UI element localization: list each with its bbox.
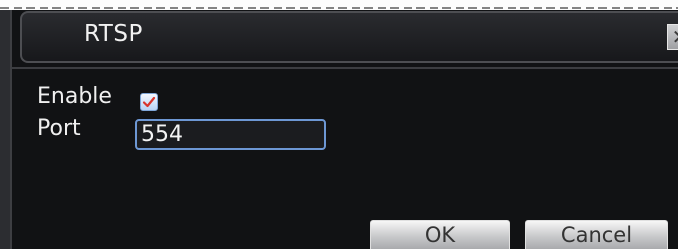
port-input[interactable] xyxy=(135,119,326,150)
enable-label: Enable xyxy=(37,84,112,109)
enable-checkbox[interactable] xyxy=(140,93,158,111)
ok-button[interactable]: OK xyxy=(370,220,510,249)
checkmark-icon xyxy=(142,96,156,108)
title-separator xyxy=(12,67,678,69)
cropped-text-fragment xyxy=(0,7,678,9)
dialog-left-edge xyxy=(0,10,12,249)
screen: RTSP ✕ Enable Port OK Cancel xyxy=(0,0,678,249)
title-bar: RTSP ✕ xyxy=(20,11,678,63)
port-label: Port xyxy=(37,116,81,141)
close-icon: ✕ xyxy=(672,27,678,47)
rtsp-dialog: RTSP ✕ Enable Port OK Cancel xyxy=(0,10,678,249)
dialog-title: RTSP xyxy=(84,21,143,47)
cancel-button[interactable]: Cancel xyxy=(525,220,668,249)
cropped-background-strip xyxy=(0,0,678,10)
close-button[interactable]: ✕ xyxy=(667,24,678,50)
